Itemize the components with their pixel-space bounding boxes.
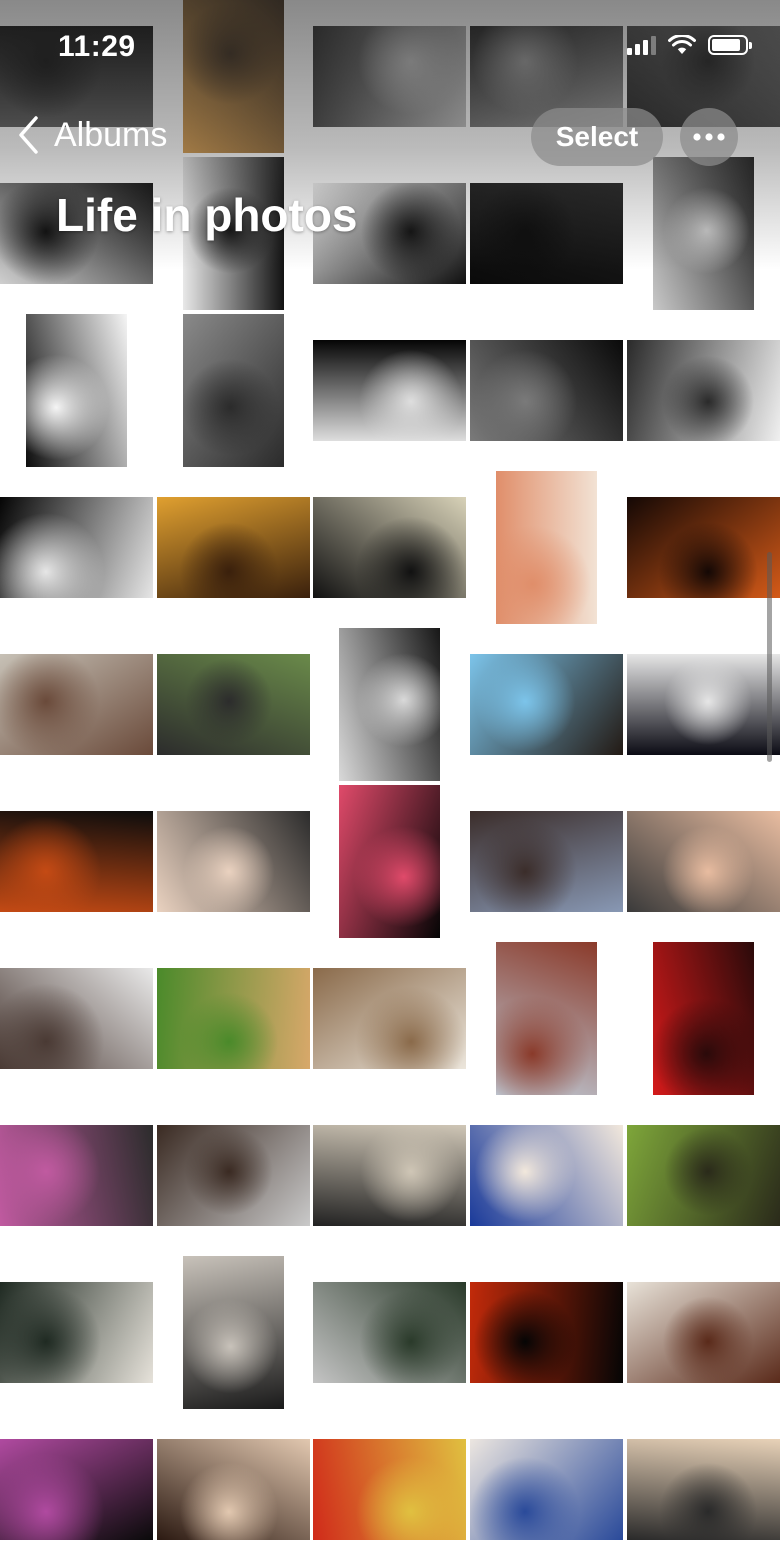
photo-cell[interactable]	[157, 942, 310, 1095]
photo-thumbnail	[313, 340, 466, 441]
photo-cell[interactable]	[157, 314, 310, 467]
photo-cell[interactable]	[470, 785, 623, 938]
photo-thumbnail	[653, 942, 754, 1095]
photo-cell[interactable]	[0, 942, 153, 1095]
photo-thumbnail	[157, 654, 310, 755]
wifi-icon	[668, 35, 696, 54]
photo-cell[interactable]	[627, 314, 780, 467]
photo-cell[interactable]	[0, 1099, 153, 1252]
photo-cell[interactable]	[627, 628, 780, 781]
photo-thumbnail	[157, 811, 310, 912]
photo-cell[interactable]	[470, 1256, 623, 1409]
photo-thumbnail	[157, 1439, 310, 1540]
photo-cell[interactable]	[0, 785, 153, 938]
photo-cell[interactable]	[627, 942, 780, 1095]
photo-cell[interactable]	[470, 1099, 623, 1252]
cellular-signal-icon	[627, 35, 656, 55]
photo-thumbnail	[183, 314, 284, 467]
photo-cell[interactable]	[470, 628, 623, 781]
photo-thumbnail	[0, 1282, 153, 1383]
photo-thumbnail	[0, 1125, 153, 1226]
photo-thumbnail	[470, 1282, 623, 1383]
photo-thumbnail	[496, 471, 597, 624]
photo-thumbnail	[470, 183, 623, 284]
album-title: Life in photos	[56, 189, 358, 241]
photo-thumbnail	[470, 340, 623, 441]
battery-icon	[708, 35, 752, 55]
photo-thumbnail	[470, 1439, 623, 1540]
photo-cell[interactable]	[313, 1413, 466, 1566]
photo-thumbnail	[627, 1282, 780, 1383]
photo-thumbnail	[627, 1125, 780, 1226]
chevron-left-icon	[19, 116, 38, 154]
photo-thumbnail	[0, 811, 153, 912]
photo-cell[interactable]	[0, 1413, 153, 1566]
more-options-button[interactable]	[680, 108, 738, 166]
photo-cell[interactable]	[157, 1413, 310, 1566]
photo-cell[interactable]	[627, 1099, 780, 1252]
photo-cell[interactable]	[0, 471, 153, 624]
photo-cell[interactable]	[470, 1413, 623, 1566]
photo-thumbnail	[313, 497, 466, 598]
photo-cell[interactable]	[313, 628, 466, 781]
photo-cell[interactable]	[313, 471, 466, 624]
photo-thumbnail	[157, 497, 310, 598]
photo-cell[interactable]	[157, 471, 310, 624]
scroll-indicator[interactable]	[767, 552, 772, 762]
photo-thumbnail	[313, 1282, 466, 1383]
photo-thumbnail	[627, 654, 780, 755]
status-time: 11:29	[58, 30, 136, 63]
photo-cell[interactable]	[313, 942, 466, 1095]
photo-thumbnail	[470, 1125, 623, 1226]
ellipsis-icon	[693, 133, 725, 141]
photo-cell[interactable]	[0, 628, 153, 781]
photo-cell[interactable]	[627, 1413, 780, 1566]
photo-thumbnail	[470, 654, 623, 755]
photo-thumbnail	[0, 968, 153, 1069]
photo-thumbnail	[496, 942, 597, 1095]
back-button[interactable]: Albums	[16, 114, 167, 156]
photo-thumbnail	[157, 1125, 310, 1226]
photo-cell[interactable]	[313, 1099, 466, 1252]
photo-cell[interactable]	[627, 471, 780, 624]
photo-thumbnail	[627, 811, 780, 912]
photo-thumbnail	[627, 340, 780, 441]
photo-thumbnail	[339, 785, 440, 938]
photo-cell[interactable]	[157, 1099, 310, 1252]
photo-cell[interactable]	[470, 314, 623, 467]
photo-cell[interactable]	[470, 471, 623, 624]
photo-thumbnail	[313, 1125, 466, 1226]
select-button[interactable]: Select	[531, 108, 663, 166]
photo-cell[interactable]	[627, 1256, 780, 1409]
photo-cell[interactable]	[157, 785, 310, 938]
photo-cell[interactable]	[157, 628, 310, 781]
photo-thumbnail	[313, 1439, 466, 1540]
photo-cell[interactable]	[0, 314, 153, 467]
back-label: Albums	[54, 115, 168, 154]
photo-cell[interactable]	[313, 785, 466, 938]
photo-thumbnail	[26, 314, 127, 467]
photo-thumbnail	[470, 811, 623, 912]
photo-thumbnail	[157, 968, 310, 1069]
photo-cell[interactable]	[470, 942, 623, 1095]
photo-cell[interactable]	[157, 1256, 310, 1409]
photo-thumbnail	[0, 1439, 153, 1540]
photo-cell[interactable]	[313, 1256, 466, 1409]
status-bar: 11:29	[0, 0, 780, 100]
photo-thumbnail	[339, 628, 440, 781]
photo-thumbnail	[183, 1256, 284, 1409]
photo-thumbnail	[0, 654, 153, 755]
navigation-bar: Albums Select	[0, 100, 780, 180]
photo-cell[interactable]	[313, 314, 466, 467]
status-icons	[627, 35, 752, 55]
photo-cell[interactable]	[0, 1256, 153, 1409]
photo-thumbnail	[0, 497, 153, 598]
photo-thumbnail	[313, 968, 466, 1069]
photo-cell[interactable]	[627, 785, 780, 938]
photo-thumbnail	[627, 1439, 780, 1540]
photo-thumbnail	[627, 497, 780, 598]
